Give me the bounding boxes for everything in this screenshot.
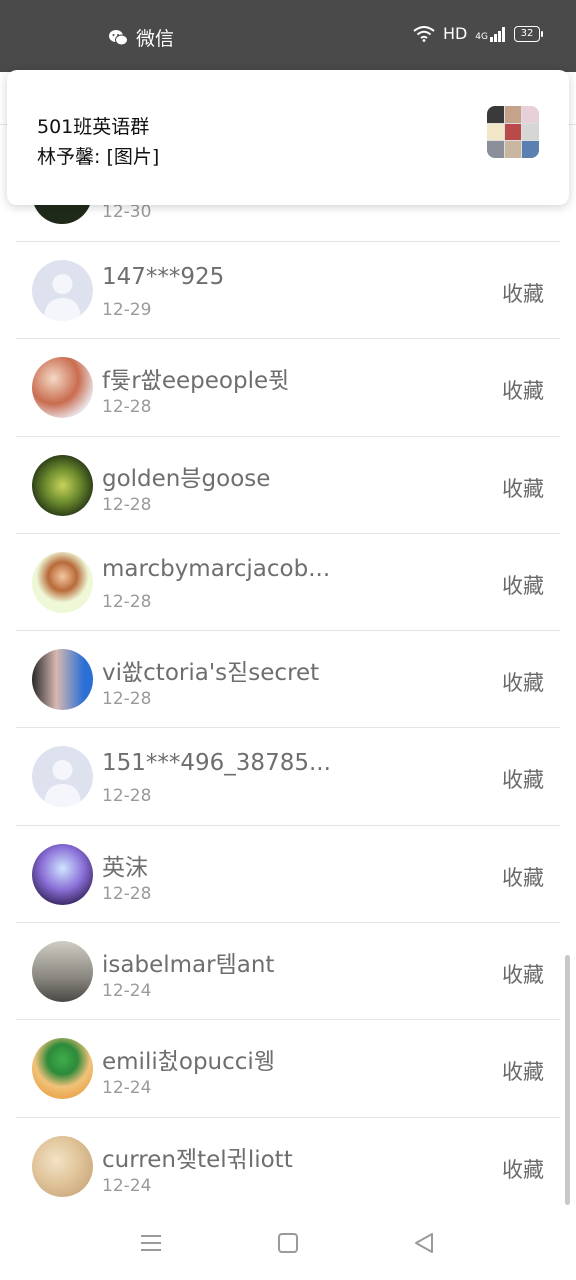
notification-message: 林予馨: [图片] bbox=[37, 146, 160, 168]
default-avatar-icon bbox=[44, 760, 81, 808]
signal-icon bbox=[490, 26, 505, 42]
status-app: 微信 bbox=[108, 24, 174, 51]
item-date: 12-24 bbox=[102, 1078, 152, 1099]
avatar bbox=[32, 941, 93, 1003]
network-label: HD bbox=[442, 24, 468, 43]
status-indicators: HD 4G 32 bbox=[413, 24, 543, 43]
list-item[interactable]: f튳r쐆eepeople퓟 12-28 收藏 bbox=[16, 338, 560, 435]
notification-title: 501班英语群 bbox=[37, 116, 150, 138]
favorite-button[interactable]: 收藏 bbox=[502, 473, 544, 503]
home-icon[interactable] bbox=[277, 1232, 299, 1254]
item-date: 12-28 bbox=[102, 397, 152, 418]
group-avatar bbox=[487, 106, 539, 158]
avatar bbox=[32, 260, 93, 321]
wechat-icon bbox=[109, 29, 128, 45]
favorite-button[interactable]: 收藏 bbox=[502, 570, 544, 600]
avatar bbox=[32, 357, 93, 419]
scrollbar[interactable] bbox=[565, 955, 570, 1205]
favorite-button[interactable]: 收藏 bbox=[502, 278, 544, 308]
item-date: 12-28 bbox=[102, 883, 152, 904]
item-name: golden븡goose bbox=[102, 465, 271, 492]
signal-indicator: 4G bbox=[475, 26, 506, 42]
item-date: 12-28 bbox=[102, 689, 152, 710]
favorite-button[interactable]: 收藏 bbox=[502, 667, 544, 697]
favorite-button[interactable]: 收藏 bbox=[502, 1154, 544, 1184]
avatar bbox=[32, 746, 93, 808]
item-date: 12-24 bbox=[102, 1175, 152, 1196]
item-name: curren젲tel귂liott bbox=[102, 1146, 293, 1173]
item-name: f튳r쐆eepeople퓟 bbox=[102, 368, 290, 395]
navigation-bar bbox=[0, 1210, 576, 1280]
item-date: 12-29 bbox=[102, 300, 152, 320]
message-notification[interactable]: 501班英语群 林予馨: [图片] bbox=[7, 70, 569, 205]
item-name: 147***925 bbox=[102, 264, 225, 290]
favorite-button[interactable]: 收藏 bbox=[502, 1056, 544, 1086]
list-item[interactable]: vi쐆ctoria's짇secret 12-28 收藏 bbox=[16, 630, 560, 727]
battery-level: 32 bbox=[520, 27, 534, 39]
signal-label: 4G bbox=[475, 31, 488, 42]
item-name: isabelmar템ant bbox=[102, 952, 275, 979]
favorite-button[interactable]: 收藏 bbox=[502, 959, 544, 989]
list-item[interactable]: golden븡goose 12-28 收藏 bbox=[16, 435, 560, 533]
item-date: 12-30 bbox=[102, 202, 152, 222]
list-item[interactable]: 147***925 12-29 收藏 bbox=[16, 241, 560, 338]
avatar bbox=[32, 649, 93, 711]
list-item[interactable]: curren젲tel귂liott 12-24 收藏 bbox=[16, 1116, 560, 1214]
favorite-button[interactable]: 收藏 bbox=[502, 375, 544, 405]
avatar bbox=[32, 551, 93, 613]
list-item[interactable]: marcbymarcjacob... 12-28 收藏 bbox=[16, 532, 560, 630]
list-item[interactable]: 151***496_38785... 12-28 收藏 bbox=[16, 727, 560, 824]
favorite-button[interactable]: 收藏 bbox=[502, 764, 544, 794]
item-name: marcbymarcjacob... bbox=[102, 555, 331, 582]
favorite-button[interactable]: 收藏 bbox=[502, 862, 544, 892]
avatar bbox=[32, 454, 93, 516]
item-name: 151***496_38785... bbox=[102, 750, 331, 777]
battery-icon: 32 bbox=[514, 25, 543, 42]
item-date: 12-24 bbox=[102, 981, 152, 1002]
list-item[interactable]: 英沫 12-28 收藏 bbox=[16, 824, 560, 922]
list-item[interactable]: isabelmar템ant 12-24 收藏 bbox=[16, 922, 560, 1019]
item-name: 英沫 bbox=[102, 854, 148, 881]
avatar bbox=[32, 1135, 93, 1197]
item-date: 12-28 bbox=[102, 786, 152, 807]
item-date: 12-28 bbox=[102, 494, 152, 515]
item-name: vi쐆ctoria's짇secret bbox=[102, 660, 320, 687]
item-name: emili첤opucci웽 bbox=[102, 1049, 275, 1076]
avatar bbox=[32, 1038, 93, 1100]
menu-icon[interactable] bbox=[140, 1232, 162, 1254]
status-bar: 微信 HD 4G 32 bbox=[0, 0, 576, 72]
avatar bbox=[32, 843, 93, 905]
status-app-name: 微信 bbox=[136, 28, 175, 50]
contact-list: 147***925 12-29 收藏 f튳r쐆eepeople퓟 12-28 收… bbox=[0, 241, 576, 1214]
default-avatar-icon bbox=[44, 274, 81, 321]
back-icon[interactable] bbox=[413, 1232, 435, 1254]
item-date: 12-28 bbox=[102, 591, 152, 612]
wifi-icon bbox=[413, 25, 435, 42]
list-item[interactable]: emili첤opucci웽 12-24 收藏 bbox=[16, 1019, 560, 1116]
